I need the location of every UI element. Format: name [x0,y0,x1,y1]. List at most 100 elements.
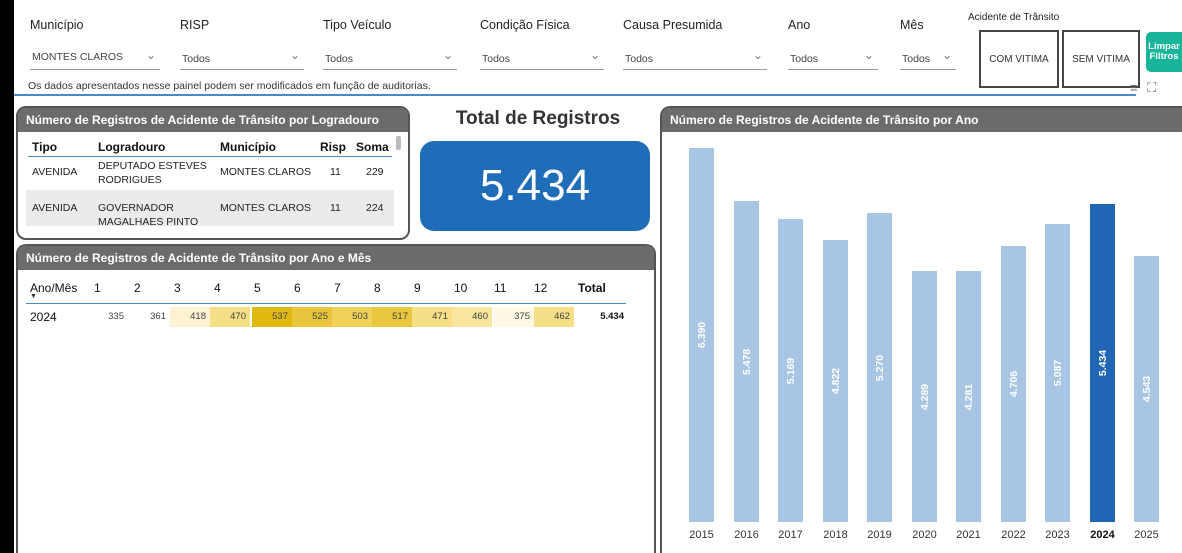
total-card: 5.434 [420,141,650,231]
table-row[interactable]: AVENIDA DEPUTADO ESTEVES RODRIGUES MONTE… [26,158,394,188]
chart-bar[interactable]: 5.478 [734,201,759,522]
filter-select[interactable]: Todos ⌄ [323,44,457,70]
filter-select[interactable]: Todos ⌄ [623,44,767,70]
col-header-month[interactable]: 2 [134,281,141,295]
heatmap-cell[interactable]: 418 [170,307,210,327]
chevron-down-icon[interactable]: ⌄ [290,48,300,62]
cell-risp: 11 [330,166,341,178]
left-edge-bar [0,0,14,553]
x-tick-label: 2017 [778,529,803,541]
chart-bar[interactable]: 4.706 [1001,246,1026,522]
heatmap-cell[interactable]: 462 [534,307,574,327]
x-tick-label: 2022 [1001,529,1026,541]
heatmap-cell[interactable]: 470 [210,307,250,327]
filter-value: Todos [182,53,211,65]
audit-note: Os dados apresentados nesse painel podem… [28,80,431,92]
filter-label: Mês [900,18,924,32]
header-underline [28,156,392,157]
col-header-month[interactable]: 6 [294,281,301,295]
col-header-month[interactable]: 4 [214,281,221,295]
row-header-label[interactable]: Ano/Mês [30,281,77,295]
bar-data-label: 6.390 [695,321,708,349]
heatmap-cell[interactable]: 460 [452,307,492,327]
col-header-month[interactable]: 10 [454,281,467,295]
col-header-month[interactable]: 7 [334,281,341,295]
filter-label: RISP [180,18,210,32]
col-header-month[interactable]: 8 [374,281,381,295]
col-header-month[interactable]: 5 [254,281,261,295]
x-tick-label: 2021 [956,529,981,541]
col-header-tipo[interactable]: Tipo [32,140,57,154]
panel-title: Número de Registros de Acidente de Trâns… [662,108,1182,132]
chart-bar[interactable]: 4.543 [1134,256,1159,522]
row-label-year[interactable]: 2024 [30,307,80,327]
cell-municipio: MONTES CLAROS [220,166,312,178]
chart-bar[interactable]: 4.289 [912,271,937,522]
x-tick-label: 2019 [867,529,892,541]
filter-icon[interactable]: ≡ [1130,80,1138,95]
filter-select[interactable]: MONTES CLAROS ⌄ [30,44,160,70]
com-vitima-button[interactable]: COM VITIMA [979,30,1059,88]
col-header-month[interactable]: 3 [174,281,181,295]
chevron-down-icon[interactable]: ⌄ [864,48,874,62]
filter-select[interactable]: Todos ⌄ [480,44,604,70]
header-underline [26,303,626,304]
x-tick-label: 2025 [1134,529,1159,541]
col-header-month[interactable]: 1 [94,281,101,295]
row-total-cell: 5.434 [600,311,624,322]
filter-select[interactable]: Todos ⌄ [180,44,304,70]
heatmap-cell[interactable]: 335 [88,307,128,327]
table-row[interactable]: AVENIDA GOVERNADOR MAGALHAES PINTO MONTE… [26,190,394,226]
col-header-month[interactable]: 9 [414,281,421,295]
filter-label: Tipo Veículo [323,18,392,32]
col-header-soma[interactable]: Soma [356,140,389,154]
focus-mode-icon[interactable]: ⛶ [1147,80,1156,95]
heatmap-cell[interactable]: 361 [130,307,170,327]
divider-line [14,94,1136,96]
logradouro-panel: Número de Registros de Acidente de Trâns… [16,106,410,240]
heatmap-cell[interactable]: 525 [292,307,332,327]
filter-select[interactable]: Todos ⌄ [900,44,956,70]
sem-vitima-button[interactable]: SEM VITIMA [1062,30,1140,88]
clear-filters-button[interactable]: Limpar Filtros [1146,32,1182,72]
filter-select[interactable]: Todos ⌄ [788,44,878,70]
chart-bar[interactable]: 5.270 [867,213,892,522]
x-tick-label: 2023 [1045,529,1070,541]
heatmap-cell[interactable]: 537 [252,307,292,327]
chart-bar[interactable]: 6.390 [689,148,714,522]
heatmap-cell[interactable]: 471 [412,307,452,327]
chevron-down-icon[interactable]: ⌄ [590,48,600,62]
col-header-total[interactable]: Total [578,281,606,295]
cell-risp: 11 [330,202,341,214]
filter-label: Causa Presumida [623,18,723,32]
col-header-risp[interactable]: Risp [320,140,346,154]
heatmap-cell[interactable]: 503 [332,307,372,327]
col-header-logradouro[interactable]: Logradouro [98,140,165,154]
total-title: Total de Registros [455,108,621,129]
heatmap-cell[interactable]: 517 [372,307,412,327]
x-tick-label: 2018 [823,529,848,541]
chart-bar[interactable]: 5.087 [1045,224,1070,522]
chevron-down-icon[interactable]: ⌄ [443,48,453,62]
col-header-month[interactable]: 11 [494,281,506,295]
cell-tipo: AVENIDA [32,166,78,178]
sort-arrow-icon[interactable]: ▼ [30,293,37,300]
filter-value: Todos [482,53,511,65]
filter-value: Todos [790,53,819,65]
chevron-down-icon[interactable]: ⌄ [146,48,156,62]
bar-data-label: 5.434 [1096,349,1109,377]
chart-bar[interactable]: 4.822 [823,240,848,522]
col-header-municipio[interactable]: Município [220,140,276,154]
heatmap-cell[interactable]: 375 [494,307,534,327]
filter-label: Ano [788,18,811,32]
chart-bar[interactable]: 5.434 [1090,204,1115,522]
cell-logradouro-line1: DEPUTADO ESTEVES [98,160,207,172]
chart-bar[interactable]: 4.281 [956,271,981,522]
chart-bar[interactable]: 5.169 [778,219,803,522]
bar-data-label: 4.706 [1007,370,1020,398]
table-scrollbar[interactable] [396,136,401,150]
bar-data-label: 4.289 [918,383,931,410]
chevron-down-icon[interactable]: ⌄ [942,48,952,62]
chevron-down-icon[interactable]: ⌄ [753,48,763,62]
col-header-month[interactable]: 12 [534,281,547,295]
